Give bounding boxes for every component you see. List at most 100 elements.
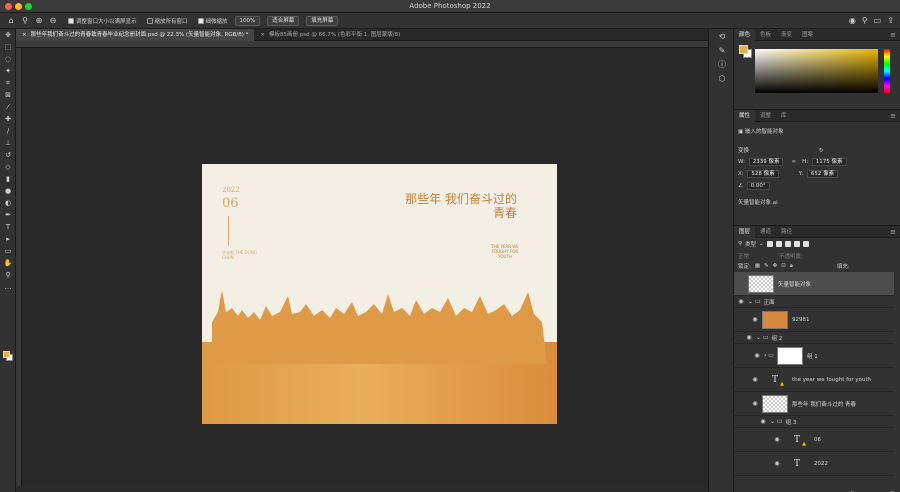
- lock-artboard-icon[interactable]: ⊡: [781, 263, 786, 269]
- filter-adjust-icon[interactable]: [775, 241, 782, 247]
- panel-menu-icon[interactable]: ≡: [890, 112, 900, 120]
- learn-icon[interactable]: ◉: [849, 16, 856, 25]
- layer-row[interactable]: ◉ T 2022: [734, 452, 894, 476]
- filter-text-icon[interactable]: [784, 241, 791, 247]
- zoom-tool-icon[interactable]: ⚲: [20, 16, 30, 26]
- color-picker-field[interactable]: [755, 49, 878, 93]
- tab-adjustments[interactable]: 调整: [755, 110, 776, 122]
- filter-pixel-icon[interactable]: [766, 241, 773, 247]
- visibility-icon[interactable]: ◉: [742, 334, 756, 341]
- angle-field[interactable]: 0.00°: [746, 182, 770, 190]
- visibility-icon[interactable]: ◉: [748, 316, 762, 323]
- share-icon[interactable]: ⇪: [887, 16, 894, 25]
- magic-wand-icon[interactable]: ✦: [0, 65, 16, 77]
- tab-libraries[interactable]: 库: [776, 110, 792, 122]
- tab-properties[interactable]: 属性: [734, 109, 756, 122]
- tab-paths[interactable]: 路径: [776, 226, 797, 238]
- gradient-tool-icon[interactable]: ▮: [0, 173, 16, 185]
- hue-slider[interactable]: [884, 49, 890, 93]
- type-tool-icon[interactable]: T: [0, 221, 16, 233]
- brush-tool-icon[interactable]: ∕: [0, 125, 16, 137]
- width-field[interactable]: 2339 像素: [748, 158, 784, 166]
- dodge-tool-icon[interactable]: ◐: [0, 197, 16, 209]
- layer-row[interactable]: ◉ T ▲ 06: [734, 428, 894, 452]
- tab-channels[interactable]: 通道: [755, 226, 776, 238]
- zoom-out-icon[interactable]: ⊖: [48, 16, 58, 26]
- tab-gradients[interactable]: 渐变: [776, 29, 797, 41]
- height-field[interactable]: 1175 像素: [811, 158, 847, 166]
- lock-move-icon[interactable]: ✥: [773, 263, 778, 269]
- panel-menu-icon[interactable]: ≡: [890, 31, 900, 39]
- color-foreground-swatch[interactable]: [739, 45, 748, 54]
- visibility-icon[interactable]: ◉: [748, 376, 762, 383]
- blend-mode-select[interactable]: 正常: [738, 252, 749, 260]
- layer-row[interactable]: ◉ ⌄ ▭ 组 3: [734, 416, 894, 428]
- visibility-icon[interactable]: ◉: [770, 436, 784, 443]
- filter-smart-icon[interactable]: [802, 241, 809, 247]
- tab-cover-psd[interactable]: × 那些年我们奋斗过的青春致青春毕业纪念册封面.psd @ 22.3% (矢量智能…: [16, 29, 255, 41]
- visibility-icon[interactable]: ◉: [750, 352, 764, 359]
- move-tool-icon[interactable]: ✥: [0, 29, 16, 41]
- brush-panel-icon[interactable]: ✎: [709, 43, 735, 57]
- lock-paint-icon[interactable]: ✎: [764, 263, 769, 269]
- blur-tool-icon[interactable]: ●: [0, 185, 16, 197]
- layer-kind-select[interactable]: 类型: [745, 240, 756, 248]
- hand-tool-icon[interactable]: ✋: [0, 257, 16, 269]
- foreground-color-swatch[interactable]: [3, 351, 10, 358]
- canvas-area[interactable]: 2022 06 毕业啦 THE DONG CHUN 那些年 我们奋斗过的 青春 …: [22, 48, 708, 492]
- resize-windows-checkbox[interactable]: 调整窗口大小以满屏显示: [68, 17, 137, 25]
- home-icon[interactable]: ⌂: [6, 16, 16, 26]
- visibility-icon[interactable]: ◉: [770, 460, 784, 467]
- info-panel-icon[interactable]: ⓘ: [709, 57, 735, 71]
- tab-color[interactable]: 颜色: [734, 28, 756, 41]
- layer-row[interactable]: ◉ ⌄ ▭ 正面: [734, 296, 894, 308]
- marquee-tool-icon[interactable]: ⬚: [0, 41, 16, 53]
- eraser-tool-icon[interactable]: ◇: [0, 161, 16, 173]
- lock-pixels-icon[interactable]: ▦: [755, 263, 760, 269]
- zoom-all-windows-checkbox[interactable]: 缩放所有窗口: [146, 17, 188, 25]
- crop-tool-icon[interactable]: ⌗: [0, 77, 16, 89]
- history-brush-icon[interactable]: ↺: [0, 149, 16, 161]
- visibility-icon[interactable]: ◉: [756, 418, 770, 425]
- chevron-down-icon[interactable]: ⌄: [759, 241, 764, 247]
- visibility-icon[interactable]: ◉: [748, 400, 762, 407]
- lasso-tool-icon[interactable]: ◌: [0, 53, 16, 65]
- healing-brush-icon[interactable]: ✚: [0, 113, 16, 125]
- stamp-tool-icon[interactable]: ⊥: [0, 137, 16, 149]
- rectangle-tool-icon[interactable]: ▭: [0, 245, 16, 257]
- eyedropper-icon[interactable]: ⁄: [0, 101, 16, 113]
- frame-tool-icon[interactable]: ⊠: [0, 89, 16, 101]
- fill-screen-button[interactable]: 填充屏幕: [306, 15, 339, 26]
- panel-menu-icon[interactable]: ≡: [890, 228, 900, 236]
- reset-transform-icon[interactable]: ↻: [819, 148, 824, 154]
- link-icon[interactable]: ∞: [791, 159, 796, 165]
- workspace-icon[interactable]: ▭: [874, 16, 882, 25]
- tab-template-psd[interactable]: × 模板85画册.psd @ 66.7% (色彩平衡 1, 图层蒙版/8): [254, 29, 406, 41]
- scrubby-zoom-checkbox[interactable]: 细微缩放: [197, 17, 228, 25]
- close-tab-icon[interactable]: ×: [260, 32, 265, 38]
- y-field[interactable]: 652 像素: [806, 170, 839, 178]
- lock-all-icon[interactable]: 🔒︎: [790, 263, 793, 270]
- close-tab-icon[interactable]: ×: [22, 32, 27, 38]
- visibility-icon[interactable]: ◉: [734, 298, 748, 305]
- layer-row[interactable]: ◉ T ▲ the year we fought for youth: [734, 368, 894, 392]
- tab-swatches[interactable]: 色板: [755, 29, 776, 41]
- layer-row[interactable]: ◉ 那些年 我们奋斗过的 青春: [734, 392, 894, 416]
- path-select-icon[interactable]: ▸: [0, 233, 16, 245]
- zoom-100-button[interactable]: 100%: [234, 15, 261, 26]
- layer-row[interactable]: ◉ › ▭ 组 1: [734, 344, 894, 368]
- pen-tool-icon[interactable]: ✒: [0, 209, 16, 221]
- 3d-panel-icon[interactable]: ⬡: [709, 71, 735, 85]
- filter-shape-icon[interactable]: [793, 241, 800, 247]
- x-field[interactable]: 528 像素: [747, 170, 779, 178]
- layer-row[interactable]: 矢量智能对象: [734, 272, 894, 296]
- layer-row[interactable]: ◉ 92981: [734, 308, 894, 332]
- history-panel-icon[interactable]: ⟲: [709, 29, 735, 43]
- layer-row[interactable]: ◉ ⌄ ▭ 组 2: [734, 332, 894, 344]
- more-tools-icon[interactable]: …: [0, 281, 16, 293]
- zoom-in-icon[interactable]: ⊕: [34, 16, 44, 26]
- zoom-tool-icon[interactable]: ⚲: [0, 269, 16, 281]
- horizontal-ruler[interactable]: [16, 41, 708, 48]
- fit-screen-button[interactable]: 适合屏幕: [267, 15, 300, 26]
- document-canvas[interactable]: 2022 06 毕业啦 THE DONG CHUN 那些年 我们奋斗过的 青春 …: [202, 164, 557, 424]
